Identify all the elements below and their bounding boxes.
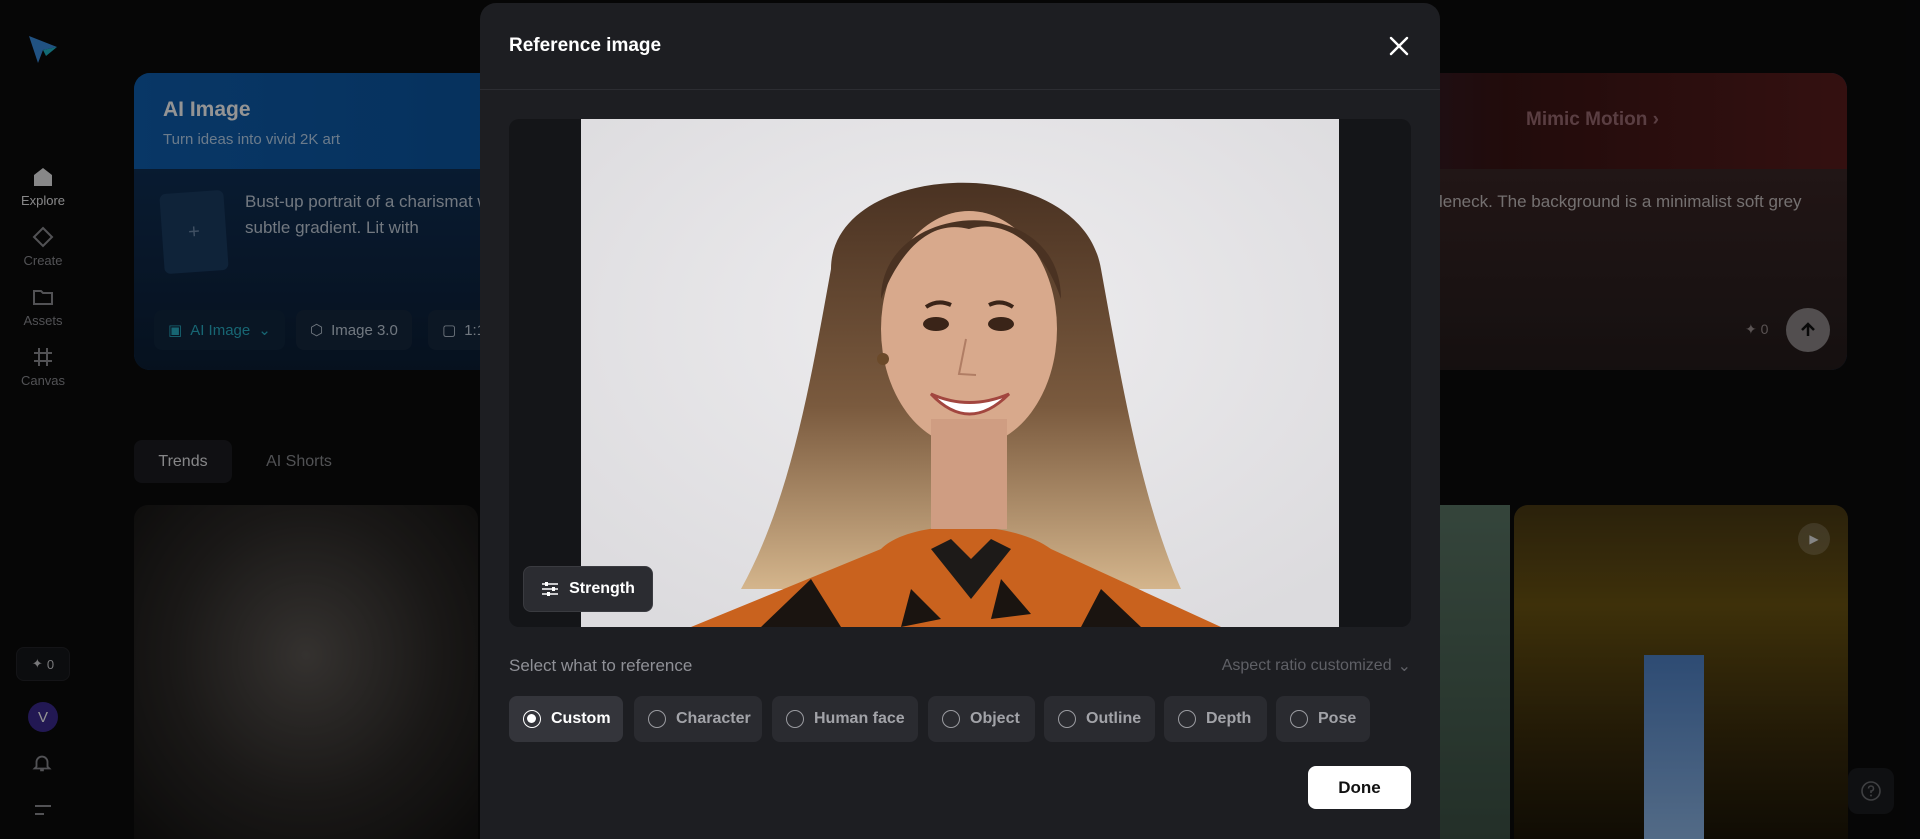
radio-icon	[523, 710, 541, 728]
radio-icon	[1058, 710, 1076, 728]
divider	[480, 89, 1440, 90]
reference-option-character[interactable]: Character	[634, 696, 762, 742]
portrait-illustration	[581, 119, 1339, 627]
strength-button[interactable]: Strength	[523, 566, 653, 612]
chevron-down-icon: ⌄	[1397, 658, 1411, 675]
app-root: Explore Create Assets Canvas ✦ 0 V AI Im…	[0, 0, 1920, 839]
reference-image-preview: Strength	[509, 119, 1411, 627]
reference-option-pose[interactable]: Pose	[1276, 696, 1370, 742]
done-button[interactable]: Done	[1308, 766, 1411, 809]
sliders-icon	[542, 582, 559, 596]
reference-photo	[581, 119, 1339, 627]
reference-option-outline[interactable]: Outline	[1044, 696, 1155, 742]
strength-label: Strength	[569, 580, 635, 597]
radio-icon	[1178, 710, 1196, 728]
close-icon[interactable]	[1386, 33, 1412, 59]
reference-option-custom[interactable]: Custom	[509, 696, 623, 742]
radio-icon	[786, 710, 804, 728]
radio-icon	[1290, 710, 1308, 728]
option-label: Depth	[1206, 710, 1252, 727]
reference-option-depth[interactable]: Depth	[1164, 696, 1267, 742]
option-label: Object	[970, 710, 1020, 727]
reference-option-human-face[interactable]: Human face	[772, 696, 918, 742]
dialog-title: Reference image	[509, 35, 662, 56]
reference-type-label: Select what to reference	[509, 656, 693, 675]
option-label: Human face	[814, 710, 905, 727]
radio-icon	[648, 710, 666, 728]
option-label: Character	[676, 710, 751, 727]
option-label: Outline	[1086, 710, 1142, 727]
option-label: Pose	[1318, 710, 1357, 727]
aspect-ratio-label: Aspect ratio customized	[1221, 657, 1392, 674]
radio-icon	[942, 710, 960, 728]
reference-image-dialog: Reference image Strength Select what to …	[480, 3, 1440, 839]
aspect-ratio-dropdown[interactable]: Aspect ratio customized ⌄	[1222, 656, 1411, 676]
reference-option-object[interactable]: Object	[928, 696, 1035, 742]
option-label: Custom	[551, 710, 611, 727]
